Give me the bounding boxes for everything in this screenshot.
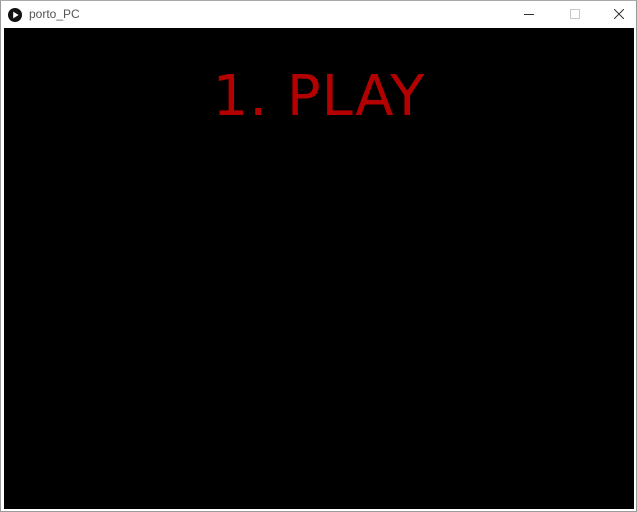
menu-option-play[interactable]: 1. PLAY (4, 64, 634, 130)
app-window: porto_PC 1. PLAY (0, 0, 637, 512)
maximize-button[interactable] (553, 1, 597, 28)
game-canvas[interactable]: 1. PLAY (4, 28, 634, 509)
processing-play-icon (8, 8, 22, 22)
maximize-icon (570, 9, 580, 19)
title-bar[interactable]: porto_PC (1, 1, 636, 28)
window-title: porto_PC (29, 7, 80, 21)
minimize-button[interactable] (507, 1, 551, 28)
window-bottom-border (1, 509, 636, 511)
close-button[interactable] (599, 1, 636, 28)
close-icon (614, 9, 624, 19)
minimize-icon (524, 14, 534, 15)
